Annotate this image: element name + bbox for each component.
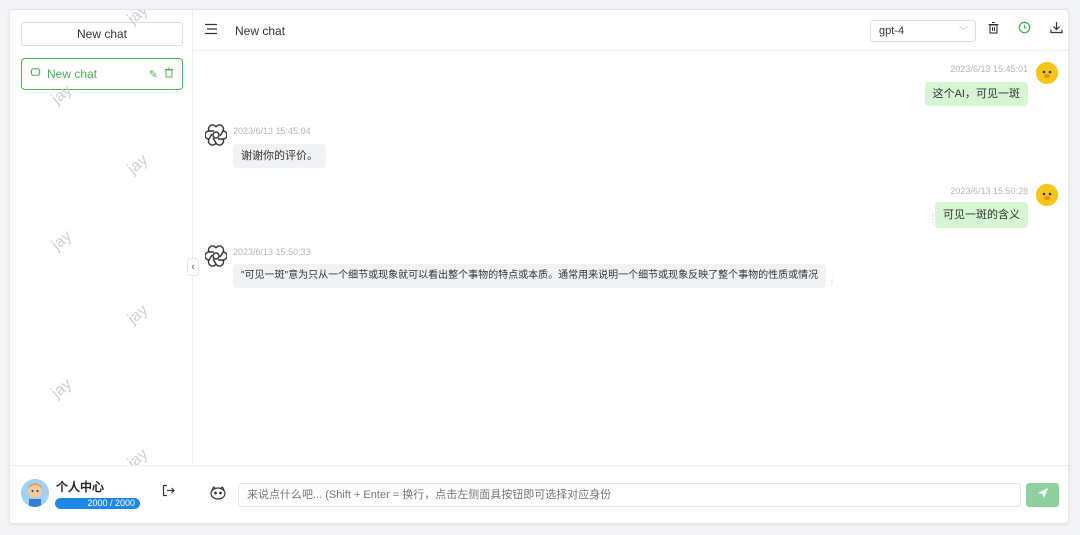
openai-logo-icon <box>204 245 228 267</box>
new-chat-button[interactable]: New chat <box>21 22 183 46</box>
chat-input-bar <box>194 465 1068 523</box>
openai-logo-icon <box>204 124 228 146</box>
chat-list-item[interactable]: New chat ✎ <box>21 58 183 90</box>
chat-input[interactable] <box>238 483 1021 507</box>
mask-icon[interactable] <box>210 486 226 503</box>
message-timestamp: 2023/6/13 15:45:04 <box>233 126 311 136</box>
pencil-icon[interactable]: ✎ <box>149 68 158 81</box>
user-avatar <box>1036 62 1058 84</box>
message-timestamp: 2023/6/13 15:50:28 <box>950 186 1028 196</box>
download-icon[interactable] <box>1050 21 1063 37</box>
hamburger-icon[interactable] <box>204 22 218 39</box>
model-select[interactable]: gpt-4 ﹀ <box>870 20 976 42</box>
message-icon <box>30 67 41 81</box>
chat-header: New chat gpt-4 ﹀ <box>194 10 1068 51</box>
user-avatar <box>1036 184 1058 206</box>
watermark: jay <box>124 301 152 328</box>
user-message-bubble: 这个AI，可见一斑 <box>924 82 1028 106</box>
chat-app-window: New chat New chat ✎ jay jay jay jay jay … <box>9 9 1069 524</box>
more-options-icon[interactable]: ⋮ <box>827 276 837 287</box>
avatar[interactable] <box>21 479 49 507</box>
main-panel: New chat gpt-4 ﹀ 2023/6/13 15:45:01 这个AI… <box>194 10 1068 523</box>
watermark: jay <box>48 227 76 254</box>
sidebar: New chat New chat ✎ jay jay jay jay jay … <box>10 10 193 523</box>
trash-icon[interactable] <box>164 67 174 81</box>
model-select-value: gpt-4 <box>879 25 905 37</box>
message-list: 2023/6/13 15:45:01 这个AI，可见一斑 2023/6/13 1… <box>194 52 1068 470</box>
chevron-down-icon: ﹀ <box>958 26 968 36</box>
trash-icon[interactable] <box>987 21 1000 37</box>
assistant-message-bubble: 谢谢你的评价。 <box>233 144 326 168</box>
logout-icon[interactable] <box>162 484 175 500</box>
user-center-label[interactable]: 个人中心 <box>56 478 104 495</box>
watermark: jay <box>48 375 76 402</box>
chat-list-item-label: New chat <box>47 67 98 81</box>
assistant-message-bubble: "可见一斑"意为只从一个细节或现象就可以看出整个事物的特点或本质。通常用来说明一… <box>233 264 827 288</box>
message-timestamp: 2023/6/13 15:50:33 <box>233 247 311 257</box>
more-options-icon[interactable]: ⋮ <box>928 214 938 225</box>
user-panel: 个人中心 2000 / 2000 <box>10 465 193 523</box>
send-button[interactable] <box>1026 483 1059 507</box>
send-icon <box>1037 488 1048 498</box>
quota-badge: 2000 / 2000 <box>55 498 140 509</box>
chat-bubble-icon[interactable] <box>1018 21 1031 37</box>
user-message-bubble: 可见一斑的含义 <box>935 202 1028 228</box>
watermark: jay <box>124 151 152 178</box>
message-timestamp: 2023/6/13 15:45:01 <box>950 64 1028 74</box>
chat-title: New chat <box>235 24 286 38</box>
